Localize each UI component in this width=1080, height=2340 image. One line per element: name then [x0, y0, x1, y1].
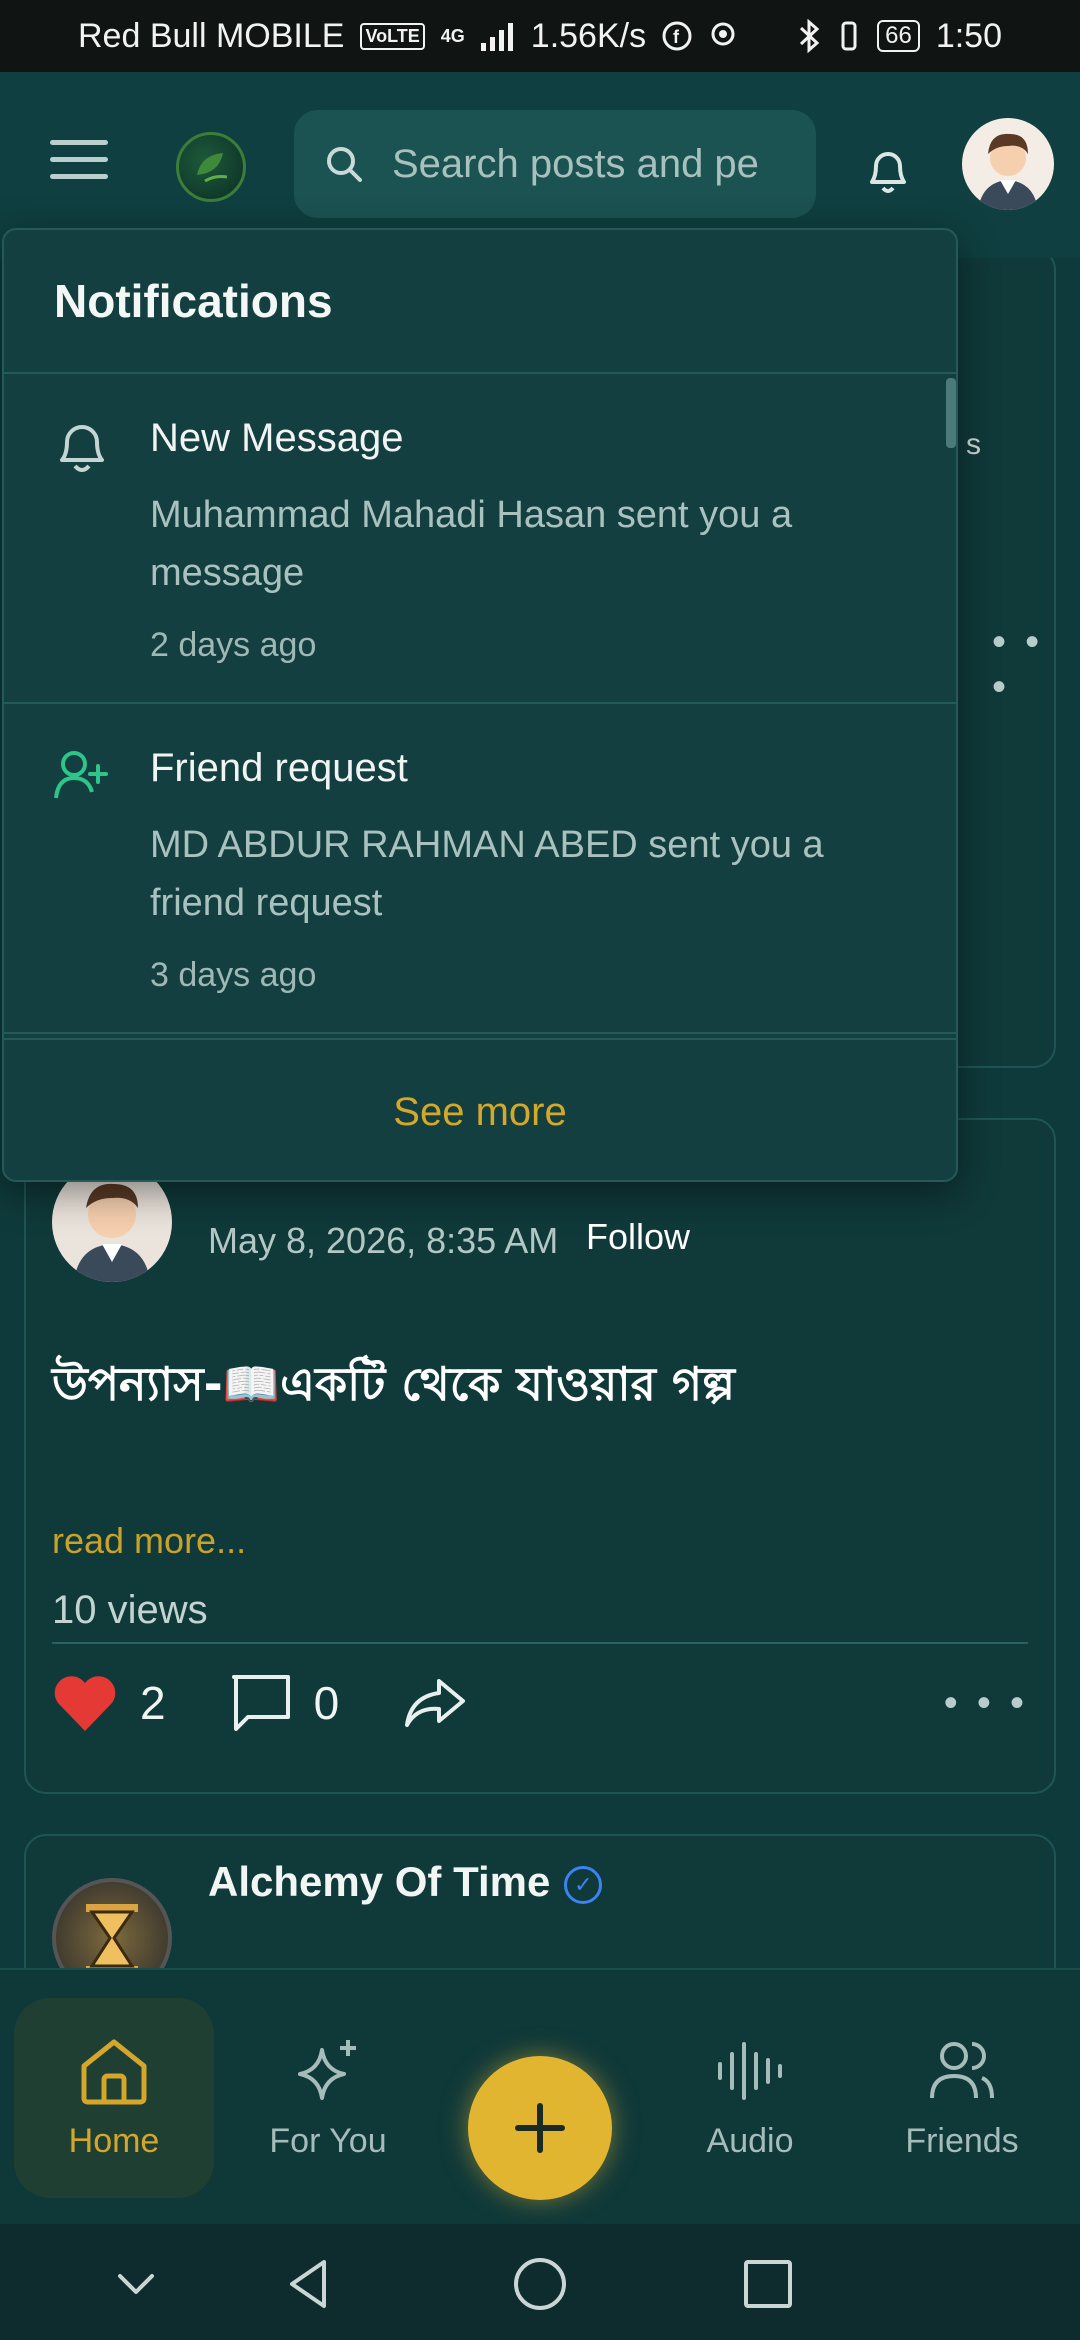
notification-body: Muhammad Mahadi Hasan sent you a message [150, 494, 793, 594]
nav-for-you[interactable]: For You [228, 1998, 428, 2198]
notification-item[interactable]: Friend request MD ABDUR RAHMAN ABED sent… [4, 704, 956, 1034]
heart-icon [54, 1676, 116, 1731]
vibrate-icon [841, 21, 857, 51]
story-label-partial: s [966, 428, 981, 461]
post-date: May 8, 2026, 8:35 AM [208, 1220, 559, 1261]
search-icon [327, 147, 362, 182]
location-icon [711, 22, 735, 46]
bell-icon [60, 425, 104, 472]
more-options-icon[interactable]: • • • [992, 620, 1054, 710]
signal-icon [480, 23, 513, 51]
users-icon [930, 2041, 994, 2098]
volte-badge: VoLTE [360, 22, 425, 50]
system-nav-bar [0, 2224, 1080, 2340]
notifications-panel: Notifications New Message Muhammad Mahad… [2, 228, 958, 1182]
create-post-button[interactable] [468, 2056, 612, 2200]
post-actions: 2 0 • • • [52, 1668, 1028, 1738]
notification-title: Friend request [150, 746, 408, 790]
share-icon [405, 1679, 466, 1727]
nav-label: For You [269, 2121, 387, 2160]
search-bar[interactable] [294, 110, 816, 218]
status-bar: Red Bull MOBILE VoLTE 4G 1.56K/s f 66 1:… [0, 0, 1080, 72]
follow-button[interactable]: Follow [586, 1216, 690, 1258]
post-card: May 8, 2026, 8:35 AM Follow উপন্যাস-📖একট… [24, 1118, 1056, 1794]
notification-time: 2 days ago [150, 626, 317, 664]
status-left: Red Bull MOBILE VoLTE 4G 1.56K/s f [78, 17, 738, 56]
read-more-link[interactable]: read more... [52, 1520, 246, 1562]
bell-icon [870, 152, 906, 193]
author-name[interactable]: Alchemy Of Time ✓ [208, 1858, 603, 1906]
notification-time: 3 days ago [150, 956, 317, 994]
hamburger-line [50, 174, 108, 179]
recents-icon[interactable] [738, 2254, 798, 2314]
status-right: 66 1:50 [797, 17, 1002, 56]
nav-label: Audio [706, 2121, 794, 2160]
facebook-icon: f [662, 21, 692, 51]
notification-item[interactable]: New Message Muhammad Mahadi Hasan sent y… [4, 374, 956, 704]
notifications-button[interactable] [864, 142, 912, 198]
notification-title: New Message [150, 416, 404, 460]
svg-text:f: f [673, 27, 680, 47]
nav-friends[interactable]: Friends [862, 1998, 1062, 2198]
network-type: 4G [440, 25, 465, 46]
battery-level: 66 [877, 20, 920, 52]
notifications-title: Notifications [4, 230, 956, 374]
user-plus-icon [54, 751, 108, 799]
nav-audio[interactable]: Audio [650, 1998, 850, 2198]
post-card-next: Alchemy Of Time ✓ [24, 1834, 1056, 1968]
divider [52, 1642, 1028, 1644]
nav-label: Friends [905, 2121, 1019, 2160]
comment-icon [231, 1675, 290, 1731]
app-logo[interactable] [176, 132, 246, 202]
network-speed: 1.56K/s [530, 16, 647, 55]
clock: 1:50 [935, 16, 1002, 55]
nav-label: Home [68, 2121, 160, 2160]
share-button[interactable] [403, 1677, 467, 1729]
see-more-button[interactable]: See more [4, 1038, 956, 1180]
view-count: 10 views [52, 1588, 208, 1632]
notifications-list[interactable]: New Message Muhammad Mahadi Hasan sent y… [4, 374, 956, 1038]
carrier-name: Red Bull MOBILE [78, 16, 345, 55]
author-name-text: Alchemy Of Time [208, 1858, 551, 1905]
like-count: 2 [140, 1677, 166, 1729]
post-title[interactable]: উপন্যাস-📖একটি থেকে যাওয়ার গল্প [52, 1350, 735, 1426]
like-button[interactable]: 2 [52, 1673, 166, 1733]
notification-body: MD ABDUR RAHMAN ABED sent you a friend r… [150, 824, 824, 924]
author-avatar[interactable] [52, 1878, 172, 1968]
comment-count: 0 [313, 1677, 340, 1729]
back-icon[interactable] [280, 2254, 340, 2314]
search-input[interactable] [392, 141, 782, 187]
hamburger-line [50, 157, 108, 162]
menu-button[interactable] [50, 140, 108, 190]
nav-home[interactable]: Home [14, 1998, 214, 2198]
hamburger-line [50, 140, 108, 145]
home-circle-icon[interactable] [510, 2254, 570, 2314]
plus-icon [515, 2103, 565, 2153]
more-options-icon[interactable]: • • • [944, 1681, 1028, 1726]
audio-wave-icon [718, 2041, 782, 2100]
bluetooth-icon [800, 19, 820, 53]
chevron-down-icon[interactable] [106, 2254, 166, 2314]
bottom-nav: Home For You Audio Friends [0, 1968, 1080, 2224]
sparkles-icon [298, 2039, 356, 2100]
verified-badge-icon: ✓ [564, 1865, 603, 1904]
comment-button[interactable]: 0 [230, 1673, 340, 1733]
profile-avatar[interactable] [962, 118, 1054, 210]
home-icon [81, 2039, 147, 2104]
